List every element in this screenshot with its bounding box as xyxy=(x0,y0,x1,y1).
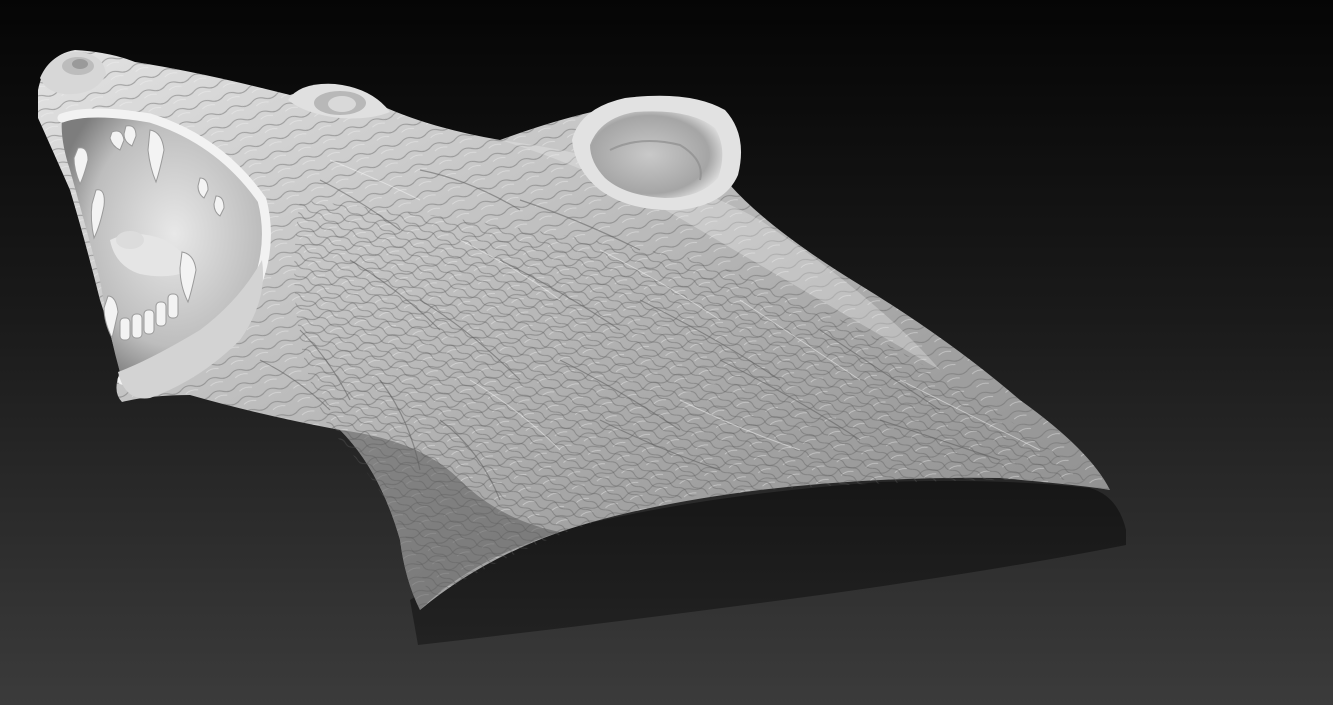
3d-viewport[interactable] xyxy=(0,0,1333,705)
render-canvas xyxy=(0,0,1333,705)
